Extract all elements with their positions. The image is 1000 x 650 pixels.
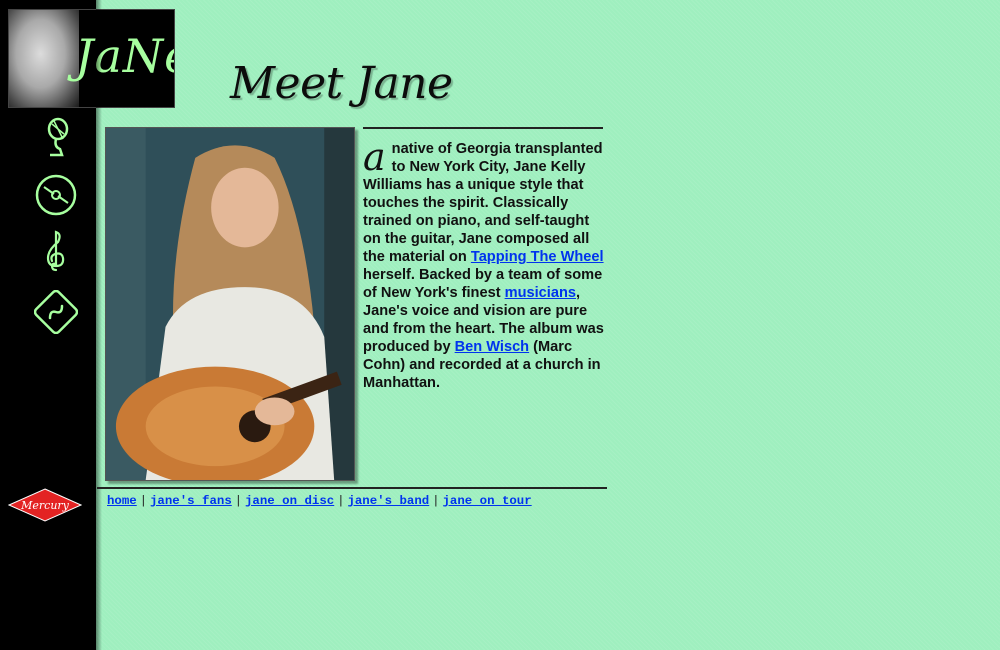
footer-rule [97, 487, 607, 489]
bio-dropcap: a [363, 135, 386, 179]
logo-text: JaNe [75, 29, 174, 83]
sidebar: JaNe Mercury [0, 0, 175, 650]
jane-guitar-photo [105, 127, 355, 481]
footer-link-janes-band[interactable]: jane's band [347, 494, 429, 508]
footer-link-jane-on-tour[interactable]: jane on tour [442, 494, 531, 508]
sidebar-shadow [96, 0, 102, 650]
ben-wisch-link[interactable]: Ben Wisch [455, 339, 529, 355]
page-title: Meet Jane [230, 58, 453, 109]
bio-text: a native of Georgia transplanted to New … [363, 135, 605, 392]
footer-separator: | [434, 493, 438, 507]
disc-icon[interactable] [34, 173, 78, 217]
footer-link-jane-on-disc[interactable]: jane on disc [245, 494, 334, 508]
tapping-the-wheel-link[interactable]: Tapping The Wheel [471, 249, 604, 265]
footer-separator: | [236, 493, 240, 507]
bio-top-rule [363, 127, 603, 129]
footer-link-home[interactable]: home [107, 494, 137, 508]
road-sign-icon[interactable] [34, 290, 78, 334]
musicians-link[interactable]: musicians [505, 285, 576, 301]
footer-link-janes-fans[interactable]: jane's fans [150, 494, 232, 508]
microphone-icon[interactable] [34, 115, 78, 159]
footer-separator: | [339, 493, 343, 507]
footer-nav: home | jane's fans | jane on disc | jane's ban… [107, 493, 607, 511]
footer-separator: | [141, 493, 145, 507]
mercury-records-logo[interactable]: Mercury [8, 488, 82, 522]
treble-clef-icon[interactable] [34, 228, 78, 272]
mercury-logo-text: Mercury [20, 499, 70, 512]
bio-text-1: native of Georgia transplanted to New Yo… [363, 141, 603, 265]
jane-portrait-thumbnail [9, 10, 79, 107]
site-logo[interactable]: JaNe [8, 9, 175, 108]
